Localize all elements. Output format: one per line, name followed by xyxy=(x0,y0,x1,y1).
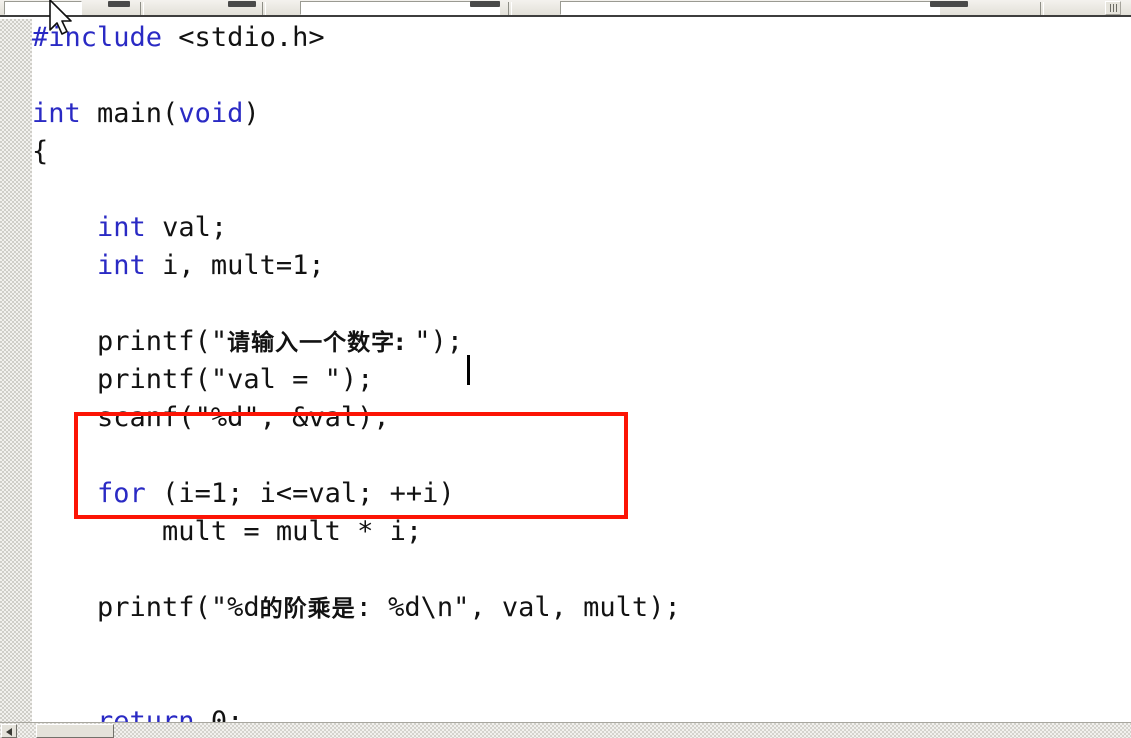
code-line: for (i=1; i<=val; ++i) xyxy=(32,475,681,513)
toolbar-button-1[interactable] xyxy=(108,1,130,7)
toolbar-separator-1 xyxy=(140,2,144,15)
toolbar-separator-4 xyxy=(1040,2,1044,15)
toolbar-separator-2 xyxy=(262,2,266,15)
code-line: return 0; xyxy=(32,703,681,722)
code-text: printf("%d xyxy=(97,592,260,623)
toolbar-field-1[interactable] xyxy=(4,1,82,15)
source-code[interactable]: #include <stdio.h> int main(void) { int … xyxy=(32,19,681,722)
toolbar-button-2[interactable] xyxy=(228,1,256,7)
code-line: printf("val = "); xyxy=(32,361,681,399)
code-text: <stdio.h> xyxy=(162,22,325,53)
code-text: (i=1; i<=val; ++i) xyxy=(145,478,455,509)
code-string-cjk: 请输入一个数字: xyxy=(227,330,415,356)
code-editing-area[interactable]: #include <stdio.h> int main(void) { int … xyxy=(32,19,1131,722)
code-text: { xyxy=(32,136,49,167)
code-string-cjk: 的阶乘是 xyxy=(259,596,356,622)
toolbar[interactable] xyxy=(0,0,1131,17)
code-keyword: int xyxy=(32,98,81,129)
code-text: val; xyxy=(145,212,228,243)
code-keyword: return xyxy=(97,706,195,722)
code-line: scanf("%d", &val); xyxy=(32,399,681,437)
code-keyword: int xyxy=(97,212,146,243)
code-text: main( xyxy=(80,98,179,129)
code-line: #include <stdio.h> xyxy=(32,19,681,57)
code-text: printf(" xyxy=(97,326,228,357)
horizontal-scrollbar[interactable] xyxy=(0,722,1131,738)
code-line: printf("%d的阶乘是: %d\n", val, mult); xyxy=(32,589,681,627)
toolbar-button-3[interactable] xyxy=(470,1,500,7)
editor-gutter[interactable] xyxy=(0,19,32,722)
code-line: int i, mult=1; xyxy=(32,247,681,285)
code-keyword: for xyxy=(97,478,146,509)
code-keyword: int xyxy=(97,250,146,281)
code-line: printf("请输入一个数字: "); xyxy=(32,323,681,361)
code-text: : %d\n", val, mult); xyxy=(355,592,681,623)
code-line: int main(void) xyxy=(32,95,681,133)
code-preprocessor: #include xyxy=(32,22,163,53)
code-text: "); xyxy=(414,326,464,357)
code-line: { xyxy=(32,133,681,171)
toolbar-separator-3 xyxy=(508,2,512,15)
toolbar-grip-icon[interactable] xyxy=(1105,1,1121,15)
code-keyword: void xyxy=(178,98,244,129)
toolbar-button-4[interactable] xyxy=(930,1,968,7)
code-text: printf("val = "); xyxy=(97,364,374,395)
code-line: mult = mult * i; xyxy=(32,513,681,551)
text-caret xyxy=(467,355,470,385)
code-text: mult = mult * i; xyxy=(162,516,423,547)
chevron-left-icon xyxy=(6,728,12,736)
code-text: scanf("%d", &val); xyxy=(97,402,390,433)
toolbar-field-3[interactable] xyxy=(560,1,940,15)
code-line: int val; xyxy=(32,209,681,247)
code-text: i, mult=1; xyxy=(145,250,325,281)
editor-window: #include <stdio.h> int main(void) { int … xyxy=(0,0,1131,738)
code-text: 0; xyxy=(194,706,244,722)
scroll-left-button[interactable] xyxy=(1,724,17,738)
code-text: ) xyxy=(243,98,260,129)
scrollbar-thumb[interactable] xyxy=(36,724,114,738)
